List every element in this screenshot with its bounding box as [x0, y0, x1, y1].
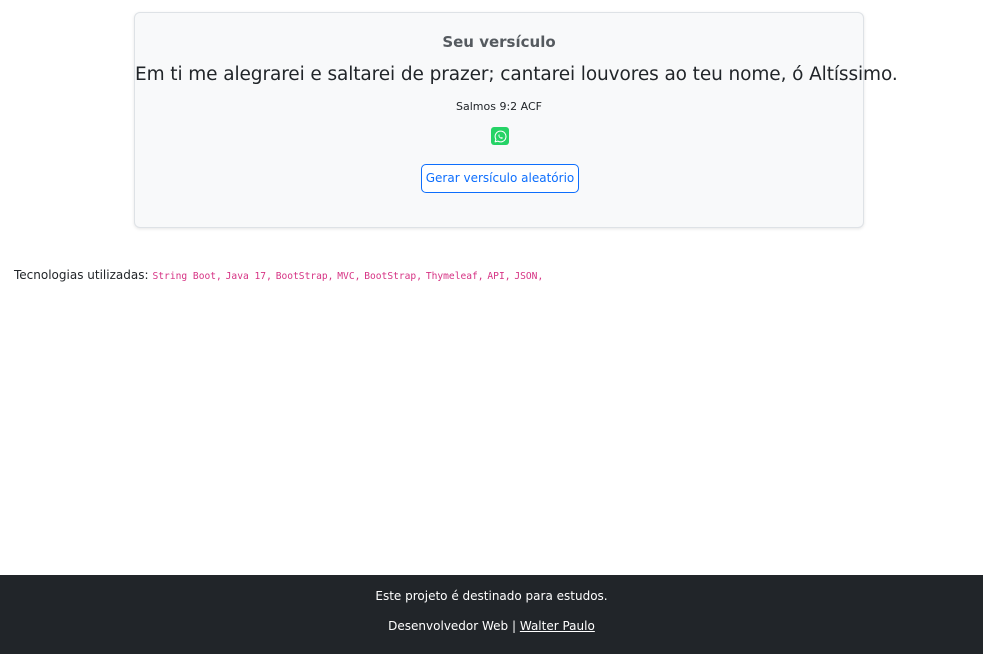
technology-item: String Boot,	[152, 271, 222, 282]
technologies-line: Tecnologias utilizadas: String Boot, Java…	[14, 267, 543, 285]
verse-text: Em ti me alegrarei e saltarei de prazer;…	[135, 64, 898, 85]
footer-note: Este projeto é destinado para estudos.	[375, 589, 608, 603]
whatsapp-share-button[interactable]	[491, 127, 509, 145]
verse-card: Seu versículo Em ti me alegrarei e salta…	[134, 12, 898, 228]
technology-item: API,	[487, 271, 511, 282]
footer-credit-prefix: Desenvolvedor Web |	[388, 619, 517, 633]
card-title: Seu versículo	[442, 33, 556, 51]
technology-item: BootStrap,	[275, 271, 334, 282]
random-verse-button[interactable]: Gerar versículo aleatório	[421, 164, 579, 193]
technology-item: Thymeleaf,	[425, 271, 484, 282]
technology-item: JSON,	[514, 271, 544, 282]
technologies-label: Tecnologias utilizadas:	[14, 268, 149, 282]
author-link[interactable]: Walter Paulo	[520, 619, 595, 633]
whatsapp-icon	[494, 130, 506, 142]
page: Seu versículo Em ti me alegrarei e salta…	[0, 0, 983, 654]
technology-item: BootStrap,	[364, 271, 422, 282]
technologies-list: String Boot, Java 17, BootStrap, MVC, Bo…	[153, 268, 544, 282]
technology-item: Java 17,	[225, 271, 272, 282]
technology-item: MVC,	[337, 271, 361, 282]
footer-credit: Desenvolvedor Web | Walter Paulo	[0, 618, 983, 634]
footer: Este projeto é destinado para estudos. D…	[0, 575, 983, 654]
verse-reference: Salmos 9:2 ACF	[456, 100, 542, 113]
